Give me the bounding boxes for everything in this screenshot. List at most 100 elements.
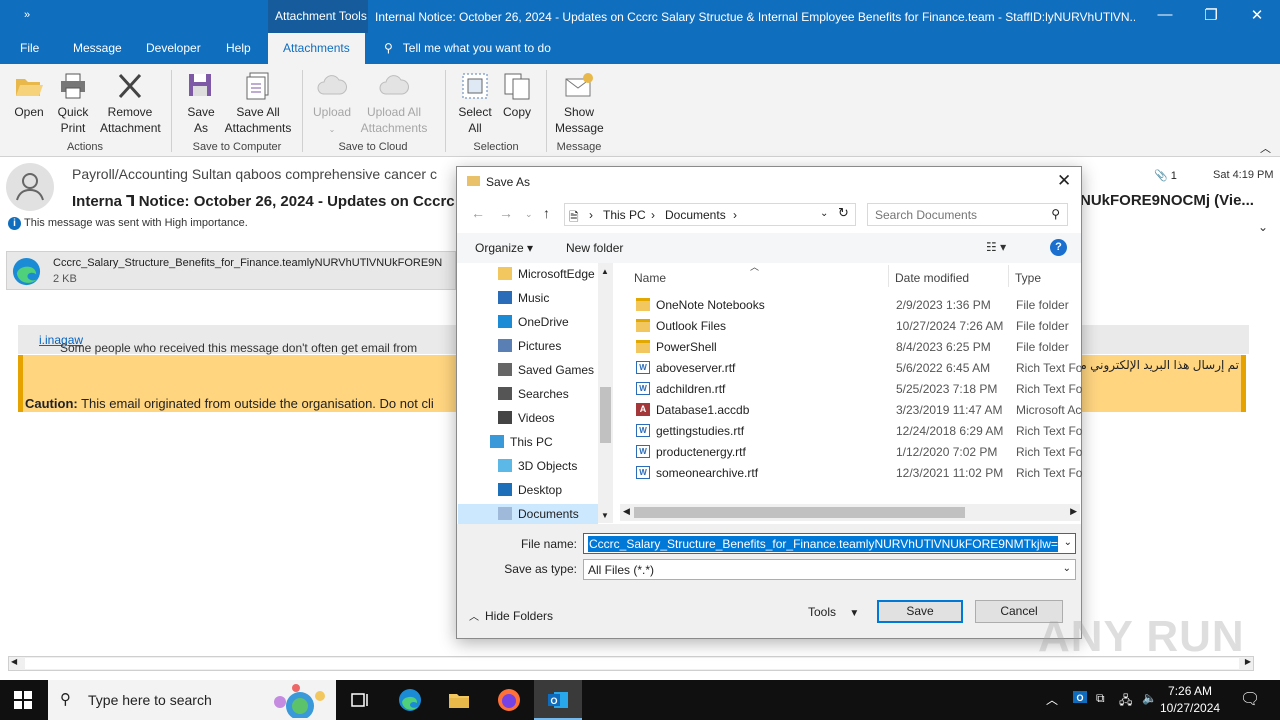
help-button[interactable]: ? [1050, 239, 1067, 256]
device-icon[interactable]: ⧉ [1096, 691, 1105, 706]
expand-header-chevron-icon[interactable]: ⌄ [1258, 220, 1268, 234]
scroll-left-arrow-icon[interactable]: ◀ [623, 506, 630, 517]
file-list-scrollbar-thumb[interactable] [634, 507, 965, 518]
file-row[interactable]: someonearchive.rtf 12/3/2021 11:02 PM Rich… [632, 463, 1082, 484]
taskbar-edge[interactable] [386, 680, 434, 720]
tree-item[interactable]: Videos [498, 411, 554, 425]
tab-attachments[interactable]: Attachments [268, 33, 365, 64]
file-row[interactable]: adchildren.rtf 5/25/2023 7:18 PM Rich Text… [632, 379, 1082, 400]
file-row[interactable]: aboveserver.rtf 5/6/2022 6:45 AM Rich Text… [632, 358, 1082, 379]
tree-item[interactable]: Searches [498, 387, 569, 401]
sender-name[interactable]: Payroll/Accounting Sultan qaboos compreh… [72, 166, 437, 182]
close-window-button[interactable]: ✕ [1242, 6, 1272, 24]
scroll-left-arrow-icon[interactable]: ◀ [11, 657, 17, 666]
new-folder-button[interactable]: New folder [566, 241, 623, 255]
tree-item[interactable]: MicrosoftEdge [498, 267, 595, 281]
tree-item[interactable]: Music [498, 291, 549, 305]
collapse-ribbon-icon[interactable]: ︿ [1260, 140, 1271, 156]
open-button[interactable]: Open [10, 70, 48, 120]
volume-icon[interactable]: 🔈 [1142, 691, 1157, 705]
show-message-button[interactable]: Show Message [554, 70, 604, 136]
restore-button[interactable]: ❐ [1196, 6, 1226, 24]
file-row[interactable]: OneNote Notebooks 2/9/2023 1:36 PM File fo… [632, 295, 1082, 316]
network-icon[interactable]: 🖧 [1119, 691, 1132, 712]
select-all-button[interactable]: Select All [456, 70, 494, 136]
column-name[interactable]: Name [634, 271, 666, 285]
recent-locations-icon[interactable]: ⌄ [525, 209, 533, 220]
upload-all-button[interactable]: Upload All Attachments [352, 70, 436, 136]
search-documents-box[interactable]: ⚲ [867, 203, 1068, 226]
quick-access-toolbar-expand-icon[interactable]: » [24, 9, 30, 21]
tree-scrollbar[interactable]: ▲ ▼ [598, 263, 613, 523]
organize-button[interactable]: Organize ▾ [475, 241, 533, 255]
tell-me-box[interactable]: ⚲ Tell me what you want to do [384, 41, 551, 55]
outlook-tray-icon[interactable]: O [1072, 689, 1088, 708]
upload-button[interactable]: Upload ⌄ [310, 70, 354, 138]
file-name-field[interactable]: Cccrc_Salary_Structure_Benefits_for_Fina… [583, 533, 1076, 554]
tab-file[interactable]: File [20, 41, 39, 55]
breadcrumb-this-pc[interactable]: This PC [603, 208, 646, 222]
column-type[interactable]: Type [1015, 271, 1041, 285]
address-bar[interactable]: 🗎 › This PC › Documents › ⌄ [564, 203, 856, 226]
file-row[interactable]: PowerShell 8/4/2023 6:25 PM File folder [632, 337, 1082, 358]
column-divider[interactable] [888, 265, 889, 287]
file-row[interactable]: A Database1.accdb 3/23/2019 11:47 AM Micros… [632, 400, 1082, 421]
tree-item[interactable]: Documents [458, 504, 598, 524]
scroll-up-arrow-icon[interactable]: ▲ [601, 267, 609, 276]
taskbar-search-box[interactable]: ⚲ Type here to search [48, 680, 336, 720]
remove-x-icon [118, 73, 142, 99]
dialog-close-button[interactable]: ✕ [1057, 171, 1071, 191]
show-hidden-icons-chevron-icon[interactable]: ︿ [1046, 691, 1058, 708]
taskbar-file-explorer[interactable] [435, 680, 483, 720]
windows-start-icon[interactable] [14, 691, 32, 709]
breadcrumb-documents[interactable]: Documents [665, 208, 726, 222]
file-row[interactable]: productenergy.rtf 1/12/2020 7:02 PM Rich T… [632, 442, 1082, 463]
task-view-button[interactable] [336, 680, 384, 720]
tree-item[interactable]: Pictures [498, 339, 561, 353]
attachment-card[interactable]: Cccrc_Salary_Structure_Benefits_for_Fina… [6, 251, 456, 290]
forward-arrow-icon[interactable]: → [499, 205, 513, 221]
search-input[interactable] [875, 208, 1045, 222]
minimize-button[interactable]: — [1150, 6, 1180, 23]
tab-message[interactable]: Message [73, 41, 122, 55]
file-row[interactable]: Outlook Files 10/27/2024 7:26 AM File fold… [632, 316, 1082, 337]
taskbar-outlook[interactable]: O [534, 680, 582, 720]
tab-developer[interactable]: Developer [146, 41, 201, 55]
refresh-icon[interactable]: ↻ [838, 205, 849, 221]
file-list-horizontal-scrollbar[interactable]: ◀ ▶ [620, 504, 1080, 521]
taskbar-clock[interactable]: 7:26 AM 10/27/2024 [1160, 683, 1220, 717]
back-arrow-icon[interactable]: ← [471, 205, 485, 221]
save-button[interactable]: Save [877, 600, 963, 623]
quick-print-button[interactable]: Quick Print [54, 70, 92, 136]
tree-item[interactable]: Saved Games [498, 363, 594, 377]
file-name-value[interactable]: Cccrc_Salary_Structure_Benefits_for_Fina… [588, 536, 1058, 552]
copy-button[interactable]: Copy [500, 70, 534, 120]
tools-button[interactable]: Tools ▼ [808, 605, 859, 619]
column-divider[interactable] [1008, 265, 1009, 287]
save-as-type-select[interactable]: All Files (*.*) ⌄ [583, 559, 1076, 580]
tab-help[interactable]: Help [226, 41, 251, 55]
tree-item[interactable]: OneDrive [498, 315, 569, 329]
save-as-label: Save As [187, 105, 215, 135]
address-dropdown-icon[interactable]: ⌄ [820, 208, 828, 219]
view-options-icon[interactable]: ☷ ▾ [986, 240, 1006, 254]
file-name-dropdown-icon[interactable]: ⌄ [1064, 537, 1072, 548]
taskbar-firefox[interactable] [485, 680, 533, 720]
tree-item[interactable]: 3D Objects [498, 459, 577, 473]
save-as-type-dropdown-icon[interactable]: ⌄ [1063, 563, 1071, 574]
scroll-right-arrow-icon[interactable]: ▶ [1245, 657, 1251, 666]
remove-attachment-button[interactable]: Remove Attachment [96, 70, 164, 136]
tree-item[interactable]: Desktop [498, 483, 562, 497]
tree-item[interactable]: This PC [490, 435, 553, 449]
column-date-modified[interactable]: Date modified [895, 271, 969, 285]
tree-scrollbar-thumb[interactable] [600, 387, 611, 443]
save-all-attachments-button[interactable]: Save All Attachments [222, 70, 294, 136]
file-date-modified: 5/25/2023 7:18 PM [896, 382, 998, 396]
up-arrow-icon[interactable]: ↑ [543, 205, 550, 221]
hide-folders-button[interactable]: ︿ Hide Folders [469, 608, 553, 623]
save-as-button[interactable]: Save As [184, 70, 218, 136]
notification-icon[interactable]: 🗨 [1240, 689, 1260, 709]
scroll-right-arrow-icon[interactable]: ▶ [1070, 506, 1077, 517]
file-row[interactable]: gettingstudies.rtf 12/24/2018 6:29 AM Rich… [632, 421, 1082, 442]
scroll-down-arrow-icon[interactable]: ▼ [601, 511, 609, 520]
